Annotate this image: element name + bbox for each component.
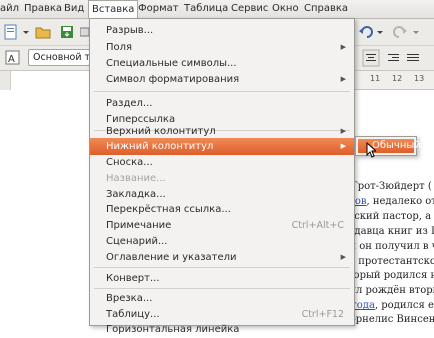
horizontal-ruler[interactable]: 11 12 13 <box>348 71 434 90</box>
menubar: айл Правка Вид Вставка Формат Таблица Се… <box>0 0 434 19</box>
ruler-number: 11 <box>370 74 381 83</box>
menu-item-horizontal-line[interactable]: Горизонтальная линейка <box>90 321 354 338</box>
menu-table[interactable]: Таблица <box>184 0 228 18</box>
submenu-arrow-icon: ▶ <box>340 75 346 83</box>
document-line: оторый родился н <box>342 270 434 281</box>
menu-view[interactable]: Вид <box>64 0 84 18</box>
footer-submenu: Обычный <box>355 136 421 156</box>
document-line: нтский пастор, а м <box>342 211 434 222</box>
mouse-cursor-icon <box>366 142 376 158</box>
menu-item-formatting-mark[interactable]: Символ форматирования ▶ <box>90 71 354 88</box>
menu-insert[interactable]: Вставка <box>88 0 139 18</box>
submenu-arrow-icon: ▶ <box>340 142 346 150</box>
menu-item-comment[interactable]: Примечание Ctrl+Alt+C <box>90 217 354 234</box>
new-document-icon[interactable] <box>2 23 20 41</box>
svg-text:A: A <box>8 54 15 65</box>
document-line: мя он получил в ч <box>342 241 434 252</box>
menu-item-section[interactable]: Раздел... <box>90 95 354 112</box>
menu-separator <box>94 267 350 268</box>
menu-item-fields[interactable]: Поля ▶ <box>90 39 354 56</box>
menu-edit[interactable]: Правка <box>24 0 62 18</box>
paragraph-style-select[interactable]: Основной те <box>28 49 90 66</box>
menu-item-caption: Название... <box>106 173 166 184</box>
menu-separator <box>94 288 350 289</box>
align-center-icon[interactable] <box>362 49 380 67</box>
menu-file[interactable]: айл <box>0 0 19 18</box>
menu-item-footer[interactable]: Нижний колонтитул ▶ <box>90 138 354 155</box>
document-line: е Грот-Зюйдерт ( <box>342 181 432 192</box>
ruler-number: 12 <box>392 74 403 83</box>
menu-tools[interactable]: Сервис <box>231 0 268 18</box>
menu-item-script[interactable]: Сценарий... <box>90 233 354 250</box>
menu-item-break[interactable]: Разрыв... <box>90 22 354 39</box>
open-icon[interactable] <box>34 23 52 41</box>
insert-menu: Разрыв... Поля ▶ Специальные символы... С… <box>89 18 355 335</box>
document-line: был рождён вторы <box>342 285 434 296</box>
menu-help[interactable]: Справка <box>304 0 348 18</box>
menu-separator <box>94 91 350 92</box>
styles-icon[interactable]: A <box>4 49 22 67</box>
redo-icon[interactable] <box>390 23 408 41</box>
submenu-arrow-icon: ▶ <box>340 253 346 261</box>
menu-format[interactable]: Формат <box>138 0 179 18</box>
menu-window[interactable]: Окно <box>272 0 299 18</box>
menu-item-footnote[interactable]: Сноска... <box>90 154 354 171</box>
undo-icon[interactable] <box>358 23 376 41</box>
document-line: 7 года, родился ег <box>342 300 434 311</box>
save-icon[interactable] <box>58 23 76 41</box>
document-line: ндов, недалеко от <box>342 196 434 207</box>
menu-item-frame[interactable]: Врезка... <box>90 290 354 307</box>
align-justify-icon[interactable] <box>404 49 422 67</box>
document-line: родавца книг из Г <box>342 226 434 237</box>
menu-item-cross-reference[interactable]: Перекрёстная ссылка... <box>90 201 354 218</box>
shortcut-label: Ctrl+Alt+C <box>291 220 344 231</box>
menu-item-indexes-and-tables[interactable]: Оглавление и указатели ▶ <box>90 249 354 266</box>
document-line: ил протестантско <box>342 256 434 267</box>
align-right-icon[interactable] <box>384 49 402 67</box>
redo-dropdown-icon[interactable] <box>412 23 430 41</box>
submenu-arrow-icon: ▶ <box>340 43 346 51</box>
menu-item-envelope[interactable]: Конверт... <box>90 270 354 287</box>
document-line: Корнелис Винсент <box>342 314 434 325</box>
menu-item-special-characters[interactable]: Специальные символы... <box>90 55 354 72</box>
ruler-number: 13 <box>414 74 425 83</box>
